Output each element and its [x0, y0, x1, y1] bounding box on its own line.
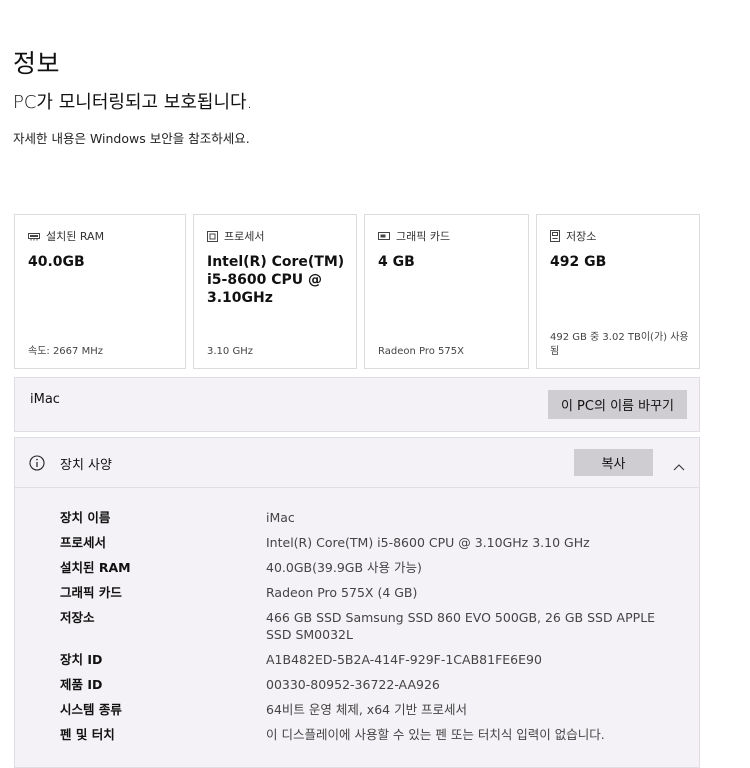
- graphics-card-footer: Radeon Pro 575X: [378, 346, 464, 357]
- rename-pc-button[interactable]: 이 PC의 이름 바꾸기: [548, 390, 687, 419]
- processor-card-footer: 3.10 GHz: [207, 346, 253, 357]
- about-page: 정보 PC가 모니터링되고 보호됩니다. 자세한 내용은 Windows 보안을…: [0, 0, 750, 768]
- spec-value: 00330-80952-36722-AA926: [266, 677, 440, 692]
- chevron-up-icon[interactable]: [673, 456, 685, 475]
- copy-button[interactable]: 복사: [574, 449, 653, 476]
- spec-value: Intel(R) Core(TM) i5-8600 CPU @ 3.10GHz …: [266, 535, 590, 550]
- spec-value: 466 GB SSD Samsung SSD 860 EVO 500GB, 26…: [266, 610, 656, 642]
- ram-icon: [28, 232, 40, 241]
- processor-card: 프로세서 Intel(R) Core(TM) i5-8600 CPU @ 3.1…: [193, 214, 357, 369]
- spec-label: 장치 ID: [60, 652, 103, 667]
- spec-value: iMac: [266, 510, 295, 525]
- processor-card-label: 프로세서: [224, 230, 265, 243]
- storage-card-label: 저장소: [566, 230, 597, 243]
- device-specifications-title: 장치 사양: [60, 458, 112, 473]
- storage-card-value: 492 GB: [550, 254, 607, 270]
- spec-label: 설치된 RAM: [60, 560, 131, 575]
- storage-card: 저장소 492 GB 492 GB 중 3.02 TB이(가) 사용됨: [536, 214, 700, 369]
- device-name: iMac: [30, 392, 60, 407]
- graphics-card-icon: [378, 231, 390, 241]
- graphics-card-value: 4 GB: [378, 254, 415, 270]
- processor-icon: [207, 230, 218, 242]
- ram-card: 설치된 RAM 40.0GB 속도: 2667 MHz: [14, 214, 186, 369]
- spec-value: 이 디스플레이에 사용할 수 있는 펜 또는 터치식 입력이 없습니다.: [266, 727, 605, 742]
- device-name-bar: iMac 이 PC의 이름 바꾸기: [14, 377, 700, 432]
- spec-label: 장치 이름: [60, 510, 111, 525]
- spec-value: A1B482ED-5B2A-414F-929F-1CAB81FE6E90: [266, 652, 542, 667]
- storage-card-footer: 492 GB 중 3.02 TB이(가) 사용됨: [550, 332, 689, 357]
- spec-value: Radeon Pro 575X (4 GB): [266, 585, 418, 600]
- spec-label: 그래픽 카드: [60, 585, 122, 600]
- spec-label: 시스템 종류: [60, 702, 122, 717]
- storage-icon: [550, 230, 560, 242]
- spec-label: 저장소: [60, 610, 95, 625]
- spec-label: 프로세서: [60, 535, 107, 550]
- ram-card-footer: 속도: 2667 MHz: [28, 346, 103, 357]
- spec-value: 64비트 운영 체제, x64 기반 프로세서: [266, 702, 468, 717]
- ram-card-value: 40.0GB: [28, 254, 85, 270]
- device-specifications-header[interactable]: 장치 사양 복사: [15, 438, 699, 488]
- ram-card-label: 설치된 RAM: [46, 230, 105, 243]
- graphics-card-card: 그래픽 카드 4 GB Radeon Pro 575X: [364, 214, 529, 369]
- protection-status: PC가 모니터링되고 보호됩니다.: [13, 92, 253, 113]
- spec-label: 펜 및 터치: [60, 727, 115, 742]
- processor-card-value: Intel(R) Core(TM) i5-8600 CPU @ 3.10GHz: [207, 254, 345, 306]
- spec-label: 제품 ID: [60, 677, 103, 692]
- info-icon: [29, 455, 45, 475]
- page-title: 정보: [13, 49, 61, 78]
- hardware-summary-cards: 설치된 RAM 40.0GB 속도: 2667 MHz 프로세서 Intel(R…: [14, 214, 700, 369]
- spec-value: 40.0GB(39.9GB 사용 가능): [266, 560, 422, 575]
- security-description: 자세한 내용은 Windows 보안을 참조하세요.: [13, 131, 250, 146]
- graphics-card-label: 그래픽 카드: [396, 230, 451, 243]
- device-specifications-panel: 장치 사양 복사 장치 이름 iMac 프로세서 Intel(R) Core(T…: [14, 437, 700, 768]
